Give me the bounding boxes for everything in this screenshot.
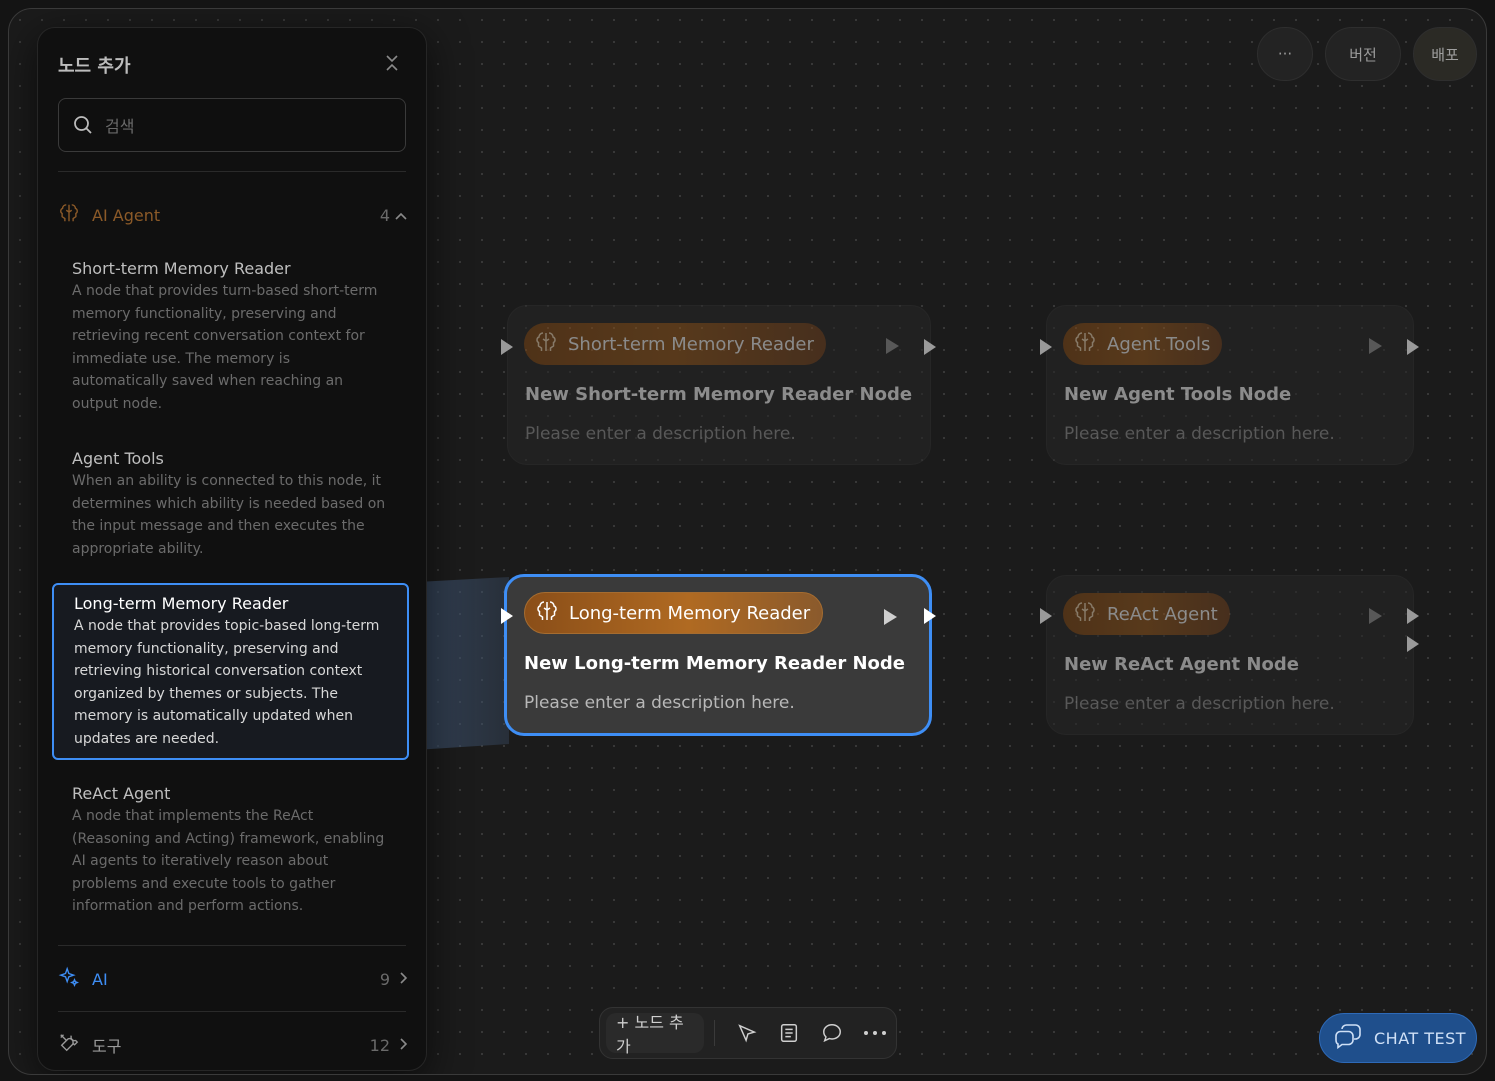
list-item-long-term-memory-reader[interactable]: Long-term Memory Reader A node that prov…	[52, 583, 409, 760]
output-port[interactable]	[1407, 608, 1419, 624]
node-title: New Long-term Memory Reader Node	[524, 653, 905, 674]
item-description: When an ability is connected to this nod…	[72, 473, 386, 557]
node-title: New Short-term Memory Reader Node	[525, 384, 913, 405]
chat-test-button[interactable]: CHAT TEST	[1319, 1013, 1477, 1063]
more-options-icon[interactable]	[853, 1013, 896, 1053]
category-count: 12	[369, 1035, 390, 1055]
category-ai-agent[interactable]: AI Agent 4	[58, 200, 408, 230]
node-long-term-memory-reader[interactable]: Long-term Memory Reader New Long-term Me…	[504, 574, 932, 736]
list-item-short-term-memory-reader[interactable]: Short-term Memory Reader A node that pro…	[52, 250, 408, 423]
collapse-icon[interactable]	[384, 54, 400, 72]
brain-icon	[1073, 330, 1097, 359]
category-label: 도구	[92, 1037, 122, 1056]
list-item-react-agent[interactable]: ReAct Agent A node that implements the R…	[52, 775, 408, 926]
category-ai[interactable]: AI 9	[58, 964, 408, 994]
run-node-icon[interactable]	[884, 609, 897, 625]
item-description: A node that provides turn-based short-te…	[72, 283, 378, 412]
chevron-right-icon	[398, 970, 408, 989]
search-box[interactable]	[58, 98, 406, 152]
category-label: AI	[92, 969, 108, 989]
divider	[58, 945, 406, 946]
node-title: New ReAct Agent Node	[1064, 654, 1299, 675]
input-port[interactable]	[501, 608, 513, 624]
node-type-pill: Agent Tools	[1063, 323, 1223, 365]
input-port[interactable]	[1040, 339, 1052, 355]
node-agent-tools[interactable]: Agent Tools New Agent Tools Node Please …	[1046, 305, 1414, 465]
output-port[interactable]	[924, 608, 936, 624]
brain-icon	[534, 330, 558, 359]
item-description: A node that provides topic-based long-te…	[74, 618, 380, 747]
brain-icon	[535, 599, 559, 628]
node-short-term-memory-reader[interactable]: Short-term Memory Reader New Short-term …	[507, 305, 931, 465]
node-description[interactable]: Please enter a description here.	[1064, 694, 1335, 714]
category-label: AI Agent	[92, 205, 161, 225]
divider	[58, 171, 406, 172]
node-description[interactable]: Please enter a description here.	[525, 424, 796, 444]
node-react-agent[interactable]: ReAct Agent New ReAct Agent Node Please …	[1046, 575, 1414, 735]
node-type-pill: ReAct Agent	[1063, 593, 1230, 635]
add-node-panel: 노드 추가 AI Agent 4 Short-term Memory Reade…	[37, 27, 427, 1071]
search-icon	[73, 115, 93, 139]
item-title: ReAct Agent	[72, 784, 171, 803]
chevron-up-icon	[394, 206, 408, 225]
panel-title: 노드 추가	[58, 56, 131, 77]
divider	[58, 1011, 406, 1012]
node-type-label: Short-term Memory Reader	[568, 333, 814, 355]
chevron-right-icon	[398, 1036, 408, 1055]
output-port[interactable]	[1407, 339, 1419, 355]
node-type-label: Long-term Memory Reader	[569, 602, 811, 624]
item-title: Short-term Memory Reader	[72, 259, 291, 278]
node-description[interactable]: Please enter a description here.	[524, 693, 795, 713]
input-port[interactable]	[501, 339, 513, 355]
tools-icon	[58, 1032, 80, 1058]
brain-icon	[58, 202, 80, 228]
node-type-label: Agent Tools	[1107, 333, 1211, 355]
pointer-icon[interactable]	[725, 1013, 768, 1053]
brain-icon	[1073, 600, 1097, 629]
node-title: New Agent Tools Node	[1064, 384, 1292, 405]
toolbar-divider	[714, 1020, 716, 1046]
note-icon[interactable]	[768, 1013, 811, 1053]
output-port-secondary[interactable]	[1407, 636, 1419, 652]
run-node-icon[interactable]	[1369, 608, 1382, 624]
search-input[interactable]	[105, 113, 385, 139]
list-item-agent-tools[interactable]: Agent Tools When an ability is connected…	[52, 440, 408, 568]
node-description[interactable]: Please enter a description here.	[1064, 424, 1335, 444]
category-tools[interactable]: 도구 12	[58, 1030, 408, 1060]
add-node-button[interactable]: + 노드 추가	[606, 1013, 705, 1056]
chat-icon	[1334, 1023, 1362, 1053]
canvas[interactable]: ··· 버전 배포 Short-term Memory Reader New S…	[8, 8, 1487, 1075]
node-type-pill: Long-term Memory Reader	[524, 592, 824, 634]
item-description: A node that implements the ReAct (Reason…	[72, 808, 385, 914]
node-type-pill: Short-term Memory Reader	[524, 323, 826, 365]
run-node-icon[interactable]	[1369, 338, 1382, 354]
input-port[interactable]	[1040, 608, 1052, 624]
comment-icon[interactable]	[811, 1013, 854, 1053]
bottom-toolbar: + 노드 추가	[599, 1007, 897, 1059]
output-port[interactable]	[924, 339, 936, 355]
sparkles-icon	[58, 966, 80, 992]
category-count: 4	[379, 205, 390, 225]
category-count: 9	[379, 969, 390, 989]
node-type-label: ReAct Agent	[1107, 603, 1218, 625]
chat-test-label: CHAT TEST	[1374, 1028, 1467, 1048]
item-title: Agent Tools	[72, 449, 164, 468]
run-node-icon[interactable]	[886, 338, 899, 354]
item-title: Long-term Memory Reader	[74, 594, 289, 613]
